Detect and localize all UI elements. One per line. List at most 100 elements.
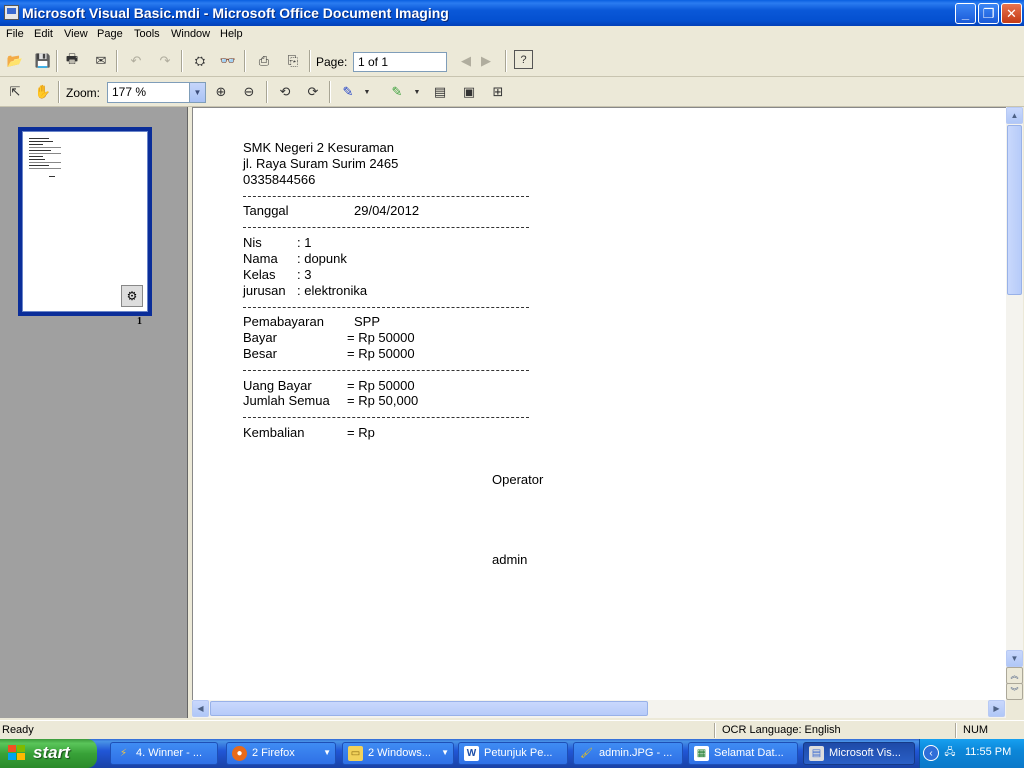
- group-arrow-icon: ▼: [323, 748, 331, 757]
- page-thumbnail[interactable]: ⚙: [18, 127, 152, 316]
- previous-page-icon[interactable]: ◀: [455, 50, 477, 72]
- tanggal-value: 29/04/2012: [354, 203, 420, 218]
- taskbar-item-selamat-datang[interactable]: ▦ Selamat Dat...: [688, 742, 798, 765]
- taskbar: start ⚡ 4. Winner - ... ● 2 Firefox ▼ ▭ …: [0, 739, 1024, 768]
- scan-icon[interactable]: ⛭: [189, 50, 211, 72]
- menu-help[interactable]: Help: [220, 28, 243, 40]
- divider-line: [243, 370, 529, 371]
- recognize-text-icon[interactable]: ⎙: [253, 50, 275, 72]
- scroll-up-icon[interactable]: ▲: [1006, 107, 1023, 124]
- text-box-icon[interactable]: ▤: [429, 81, 451, 103]
- menu-window[interactable]: Window: [171, 28, 210, 40]
- mdi-app-icon[interactable]: [4, 5, 19, 20]
- clock[interactable]: 11:55 PM: [965, 746, 1011, 758]
- toolbar-separator: [244, 50, 246, 72]
- jurusan-value: : elektronika: [297, 283, 368, 298]
- horizontal-scrollbar[interactable]: ◀ ▶: [192, 700, 1006, 718]
- vertical-scrollbar[interactable]: ▲ ▼ ︽ ︾: [1006, 107, 1023, 700]
- pembayaran-value: SPP: [354, 314, 381, 329]
- status-num-lock: NUM: [963, 724, 989, 736]
- scroll-left-icon[interactable]: ◀: [192, 700, 209, 717]
- highlighter-dropdown-icon[interactable]: ▼: [411, 81, 423, 103]
- network-icon[interactable]: 🖧: [942, 745, 958, 761]
- divider-line: [243, 227, 529, 228]
- ocr-status-icon: ⚙: [121, 285, 143, 307]
- divider-line: [243, 307, 529, 308]
- help-icon[interactable]: ?: [514, 50, 533, 69]
- menu-edit[interactable]: Edit: [34, 28, 53, 40]
- pen-icon[interactable]: ✎: [337, 81, 359, 103]
- besar-label: Besar: [243, 346, 277, 361]
- operator-name: admin: [492, 552, 528, 567]
- next-page-scroll-icon[interactable]: ︾: [1006, 683, 1023, 700]
- insert-picture-icon[interactable]: ▣: [458, 81, 480, 103]
- taskbar-item-winamp[interactable]: ⚡ 4. Winner - ...: [110, 742, 218, 765]
- status-bar: Ready OCR Language: English NUM: [0, 720, 1024, 739]
- menu-file[interactable]: File: [6, 28, 24, 40]
- bayar-label: Bayar: [243, 330, 277, 345]
- send-icon[interactable]: ✉: [90, 50, 112, 72]
- minimize-button[interactable]: _: [955, 3, 976, 24]
- thumbnail-pane: ⚙ 1: [0, 107, 188, 718]
- select-pointer-icon[interactable]: ⇱: [4, 81, 26, 103]
- close-button[interactable]: ✕: [1001, 3, 1022, 24]
- toolbar-separator: [181, 50, 183, 72]
- menu-tools[interactable]: Tools: [134, 28, 160, 40]
- taskbar-item-label: admin.JPG - ...: [599, 747, 673, 759]
- taskbar-item-windows-explorer[interactable]: ▭ 2 Windows... ▼: [342, 742, 454, 765]
- print-icon[interactable]: 🖶: [61, 50, 83, 72]
- zoom-out-icon[interactable]: ⊖: [238, 81, 260, 103]
- pan-hand-icon[interactable]: ✋: [32, 81, 54, 103]
- highlighter-icon[interactable]: ✎: [386, 81, 408, 103]
- winamp-icon: ⚡: [119, 748, 128, 759]
- besar-value: = Rp 50000: [347, 346, 415, 361]
- page-number-field[interactable]: 1 of 1: [353, 52, 447, 72]
- kelas-value: : 3: [297, 267, 312, 282]
- reading-view-icon[interactable]: ⊞: [487, 81, 509, 103]
- pen-dropdown-icon[interactable]: ▼: [361, 81, 373, 103]
- show-hidden-icons-icon[interactable]: ‹: [923, 745, 939, 761]
- toolbar-separator: [309, 50, 311, 72]
- tanggal-label: Tanggal: [243, 203, 289, 218]
- next-page-icon[interactable]: ▶: [475, 50, 497, 72]
- toolbar-separator: [58, 81, 60, 103]
- taskbar-item-label: Selamat Dat...: [714, 747, 784, 759]
- vertical-scroll-thumb[interactable]: [1007, 125, 1022, 295]
- menu-view[interactable]: View: [64, 28, 88, 40]
- status-divider: [714, 723, 716, 738]
- status-divider: [955, 723, 957, 738]
- undo-icon[interactable]: ↶: [125, 50, 147, 72]
- document-view[interactable]: SMK Negeri 2 Kesuraman jl. Raya Suram Su…: [192, 107, 1006, 700]
- scroll-down-icon[interactable]: ▼: [1006, 650, 1023, 667]
- find-binoculars-icon[interactable]: 👓: [217, 50, 239, 72]
- save-icon[interactable]: 💾: [32, 50, 54, 72]
- zoom-select[interactable]: 177 % ▼: [107, 82, 206, 103]
- taskbar-item-label: 2 Windows...: [368, 747, 431, 759]
- window-title: Microsoft Visual Basic.mdi - Microsoft O…: [22, 5, 449, 21]
- restore-button[interactable]: ❐: [978, 3, 999, 24]
- send-to-word-icon[interactable]: ⎘: [282, 50, 304, 72]
- bayar-value: = Rp 50000: [347, 330, 415, 345]
- school-phone: 0335844566: [243, 172, 316, 187]
- toolbar-separator: [505, 50, 507, 72]
- menu-page[interactable]: Page: [97, 28, 123, 40]
- zoom-in-icon[interactable]: ⊕: [210, 81, 232, 103]
- start-button[interactable]: start: [0, 739, 97, 768]
- taskbar-item-firefox[interactable]: ● 2 Firefox ▼: [226, 742, 336, 765]
- taskbar-item-document-imaging[interactable]: ▤ Microsoft Vis...: [803, 742, 915, 765]
- system-tray: ‹ 🖧 11:55 PM: [919, 739, 1024, 768]
- horizontal-scroll-thumb[interactable]: [210, 701, 648, 716]
- open-folder-icon[interactable]: 📂: [4, 50, 26, 72]
- taskbar-item-label: Microsoft Vis...: [829, 747, 901, 759]
- taskbar-item-paint[interactable]: 🖌 admin.JPG - ...: [573, 742, 683, 765]
- rotate-right-icon[interactable]: ⟳: [302, 81, 324, 103]
- school-name: SMK Negeri 2 Kesuraman: [243, 140, 395, 155]
- scroll-right-icon[interactable]: ▶: [988, 700, 1005, 717]
- redo-icon[interactable]: ↷: [154, 50, 176, 72]
- rotate-left-icon[interactable]: ⟲: [274, 81, 296, 103]
- chevron-down-icon[interactable]: ▼: [189, 83, 205, 102]
- mdi-icon: ▤: [809, 746, 824, 761]
- title-bar: Microsoft Visual Basic.mdi - Microsoft O…: [0, 0, 1024, 26]
- taskbar-item-word[interactable]: W Petunjuk Pe...: [458, 742, 568, 765]
- previous-page-scroll-icon[interactable]: ︽: [1006, 667, 1023, 684]
